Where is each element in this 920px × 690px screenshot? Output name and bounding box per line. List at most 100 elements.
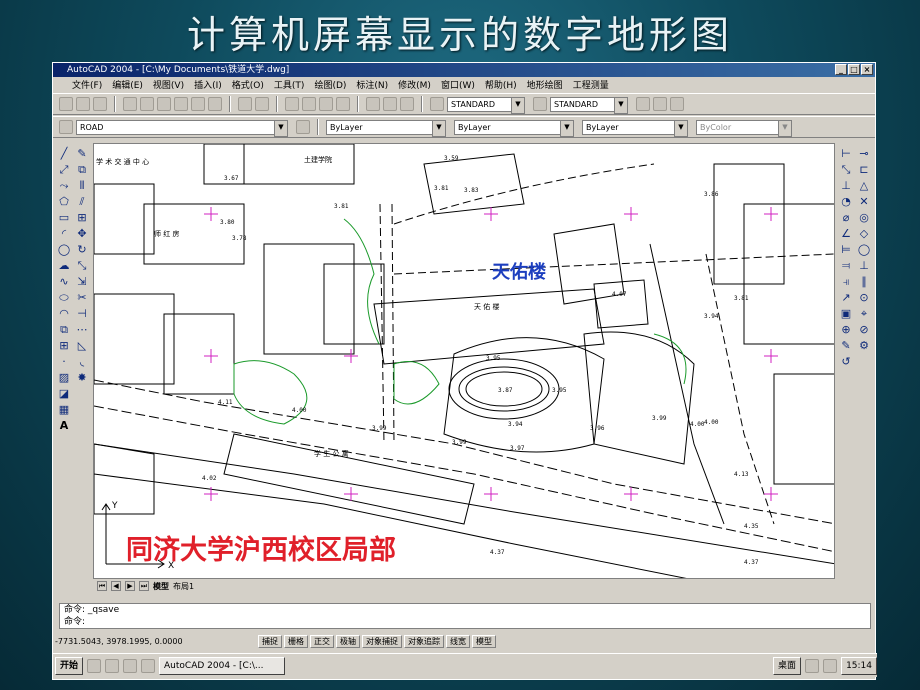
insert-block-icon[interactable]: ⧉	[57, 323, 72, 336]
status-toggle-5[interactable]: 对象追踪	[404, 634, 444, 648]
ellipse-icon[interactable]: ⬭	[57, 291, 72, 304]
paste-icon[interactable]	[191, 97, 205, 111]
offset-icon[interactable]: ⫽	[75, 195, 90, 208]
quicklaunch-icon-2[interactable]	[105, 658, 120, 673]
window-titlebar[interactable]: AutoCAD 2004 - [C:\My Documents\铁道大学.dwg…	[53, 63, 875, 77]
quicklaunch-icon-4[interactable]	[141, 658, 156, 673]
mtext-icon[interactable]: A	[57, 419, 72, 432]
menu-item-1[interactable]: 编辑(E)	[107, 78, 148, 91]
baseline-dim-icon[interactable]: ⫤	[839, 259, 854, 272]
menu-item-11[interactable]: 地形绘图	[522, 78, 568, 91]
color-select[interactable]: ByLayer	[326, 119, 446, 137]
status-toggle-2[interactable]: 正交	[310, 634, 334, 648]
menu-item-6[interactable]: 绘图(D)	[309, 78, 351, 91]
menu-item-4[interactable]: 格式(O)	[227, 78, 269, 91]
tab-next-button[interactable]: ▶	[125, 581, 135, 591]
help-icon[interactable]	[400, 97, 414, 111]
design-center-icon[interactable]	[383, 97, 397, 111]
zoom-icon[interactable]	[302, 97, 316, 111]
menu-item-5[interactable]: 工具(T)	[269, 78, 310, 91]
tab-last-button[interactable]: ⏭	[139, 581, 149, 591]
status-toggle-7[interactable]: 模型	[472, 634, 496, 648]
snap-node-icon[interactable]: ⊙	[857, 291, 872, 304]
snap-midpoint-icon[interactable]: △	[857, 179, 872, 192]
quicklaunch-icon-3[interactable]	[123, 658, 138, 673]
arc-icon[interactable]: ◜	[57, 227, 72, 240]
match-icon[interactable]	[208, 97, 222, 111]
copy-icon[interactable]	[174, 97, 188, 111]
properties-icon[interactable]	[366, 97, 380, 111]
region-icon[interactable]: ◪	[57, 387, 72, 400]
erase-icon[interactable]: ✎	[75, 147, 90, 160]
open-icon[interactable]	[76, 97, 90, 111]
preview-icon[interactable]	[140, 97, 154, 111]
menu-item-9[interactable]: 窗口(W)	[436, 78, 480, 91]
stretch-icon[interactable]: ⇲	[75, 275, 90, 288]
mirror-icon[interactable]: ⫴	[75, 179, 90, 192]
angular-dim-icon[interactable]: ∠	[839, 227, 854, 240]
fillet-icon[interactable]: ◟	[75, 355, 90, 368]
status-toggle-4[interactable]: 对象捕捉	[362, 634, 402, 648]
toolbar-extra3-icon[interactable]	[670, 97, 684, 111]
ellipse-arc-icon[interactable]: ◠	[57, 307, 72, 320]
toolbar-extra2-icon[interactable]	[653, 97, 667, 111]
radius-dim-icon[interactable]: ◔	[839, 195, 854, 208]
layer-select[interactable]: ROAD	[76, 119, 288, 137]
continue-dim-icon[interactable]: ⫣	[839, 275, 854, 288]
redo-icon[interactable]	[255, 97, 269, 111]
minimize-button[interactable]: _	[835, 64, 847, 75]
menu-item-12[interactable]: 工程测量	[568, 78, 614, 91]
spline-icon[interactable]: ∿	[57, 275, 72, 288]
snap-parallel-icon[interactable]: ∥	[857, 275, 872, 288]
snap-center-icon[interactable]: ◎	[857, 211, 872, 224]
desktop-toolbar[interactable]: 桌面	[773, 656, 802, 675]
snap-endpoint-icon[interactable]: ⊏	[857, 163, 872, 176]
menu-item-3[interactable]: 插入(I)	[189, 78, 227, 91]
table-icon[interactable]: ▦	[57, 403, 72, 416]
save-icon[interactable]	[93, 97, 107, 111]
menu-item-2[interactable]: 视图(V)	[148, 78, 189, 91]
close-button[interactable]: ×	[861, 64, 873, 75]
extend-icon[interactable]: ⊣	[75, 307, 90, 320]
polygon-icon[interactable]: ⬠	[57, 195, 72, 208]
center-mark-icon[interactable]: ⊕	[839, 323, 854, 336]
linear-dim-icon[interactable]: ⊢	[839, 147, 854, 160]
toolbar-extra-icon[interactable]	[636, 97, 650, 111]
make-block-icon[interactable]: ⊞	[57, 339, 72, 352]
xline-icon[interactable]: ⤢	[57, 163, 72, 176]
print-icon[interactable]	[123, 97, 137, 111]
dim-update-icon[interactable]: ↺	[839, 355, 854, 368]
tab-model[interactable]: 模型	[153, 581, 169, 592]
break-icon[interactable]: ⋯	[75, 323, 90, 336]
dim-edit-icon[interactable]: ✎	[839, 339, 854, 352]
tab-prev-button[interactable]: ◀	[111, 581, 121, 591]
start-button[interactable]: 开始	[55, 656, 84, 675]
cut-icon[interactable]	[157, 97, 171, 111]
diameter-dim-icon[interactable]: ⌀	[839, 211, 854, 224]
status-toggle-1[interactable]: 栅格	[284, 634, 308, 648]
status-toggle-3[interactable]: 极轴	[336, 634, 360, 648]
lineweight-select[interactable]: ByLayer	[582, 119, 688, 137]
zoom-prev-icon[interactable]	[336, 97, 350, 111]
copy-object-icon[interactable]: ⧉	[75, 163, 90, 176]
command-window[interactable]: 命令: _qsave 命令:	[59, 603, 871, 629]
chamfer-icon[interactable]: ◺	[75, 339, 90, 352]
tray-input-icon[interactable]	[823, 658, 838, 673]
tray-network-icon[interactable]	[805, 658, 820, 673]
aligned-dim-icon[interactable]: ⤡	[839, 163, 854, 176]
tolerance-icon[interactable]: ▣	[839, 307, 854, 320]
ordinate-dim-icon[interactable]: ⊥	[839, 179, 854, 192]
snap-tangent-icon[interactable]: ◯	[857, 243, 872, 256]
explode-icon[interactable]: ✸	[75, 371, 90, 384]
new-icon[interactable]	[59, 97, 73, 111]
line-icon[interactable]: ╱	[57, 147, 72, 160]
snap-none-icon[interactable]: ⊘	[857, 323, 872, 336]
tab-first-button[interactable]: ⏮	[97, 581, 107, 591]
snap-intersection-icon[interactable]: ✕	[857, 195, 872, 208]
status-toggle-0[interactable]: 捕捉	[258, 634, 282, 648]
linetype-select[interactable]: ByLayer	[454, 119, 574, 137]
menu-item-10[interactable]: 帮助(H)	[480, 78, 522, 91]
trim-icon[interactable]: ✂	[75, 291, 90, 304]
snap-from-icon[interactable]: ⊸	[857, 147, 872, 160]
scale-icon[interactable]: ⤡	[75, 259, 90, 272]
